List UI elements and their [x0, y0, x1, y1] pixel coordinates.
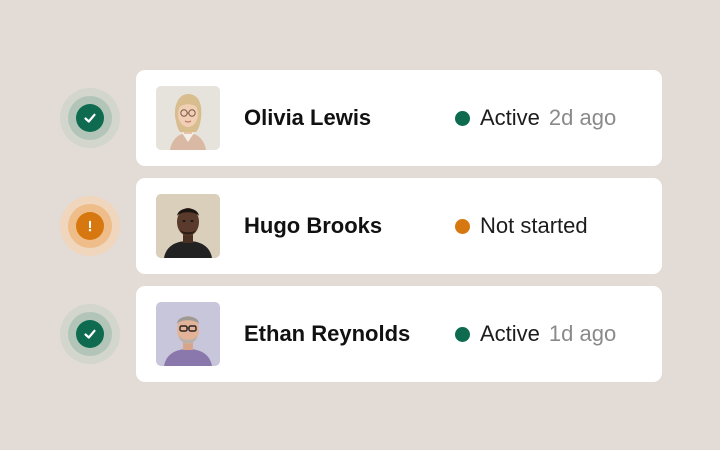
status-label: Active — [480, 321, 540, 346]
user-card[interactable]: Ethan Reynolds Active 1d ago — [136, 286, 662, 382]
status-dot — [455, 218, 470, 234]
user-row-hugo-brooks[interactable]: Hugo Brooks Not started — [0, 178, 720, 274]
status-indicator-active — [60, 304, 120, 364]
avatar — [156, 86, 220, 150]
status-indicator-active — [60, 88, 120, 148]
status-dot — [455, 326, 470, 342]
user-name: Ethan Reynolds — [244, 321, 411, 346]
user-name: Hugo Brooks — [244, 213, 383, 238]
status-indicator-not-started — [60, 196, 120, 256]
user-row-olivia-lewis[interactable]: Olivia Lewis Active 2d ago — [0, 70, 720, 166]
user-card[interactable]: Hugo Brooks Not started — [136, 178, 662, 274]
last-active-time: 1d ago — [548, 321, 617, 346]
status-group: Active 1d ago — [455, 286, 616, 382]
exclamation-icon — [76, 212, 104, 240]
status-label: Not started — [480, 213, 588, 238]
check-icon — [76, 104, 104, 132]
user-row-ethan-reynolds[interactable]: Ethan Reynolds Active 1d ago — [0, 286, 720, 382]
last-active-time: 2d ago — [548, 105, 617, 130]
status-group: Not started — [455, 178, 588, 274]
avatar — [156, 194, 220, 258]
user-name: Olivia Lewis — [244, 105, 372, 130]
check-icon — [76, 320, 104, 348]
status-dot — [455, 110, 470, 126]
user-card[interactable]: Olivia Lewis Active 2d ago — [136, 70, 662, 166]
status-group: Active 2d ago — [455, 70, 616, 166]
avatar — [156, 302, 220, 366]
status-label: Active — [480, 105, 540, 130]
